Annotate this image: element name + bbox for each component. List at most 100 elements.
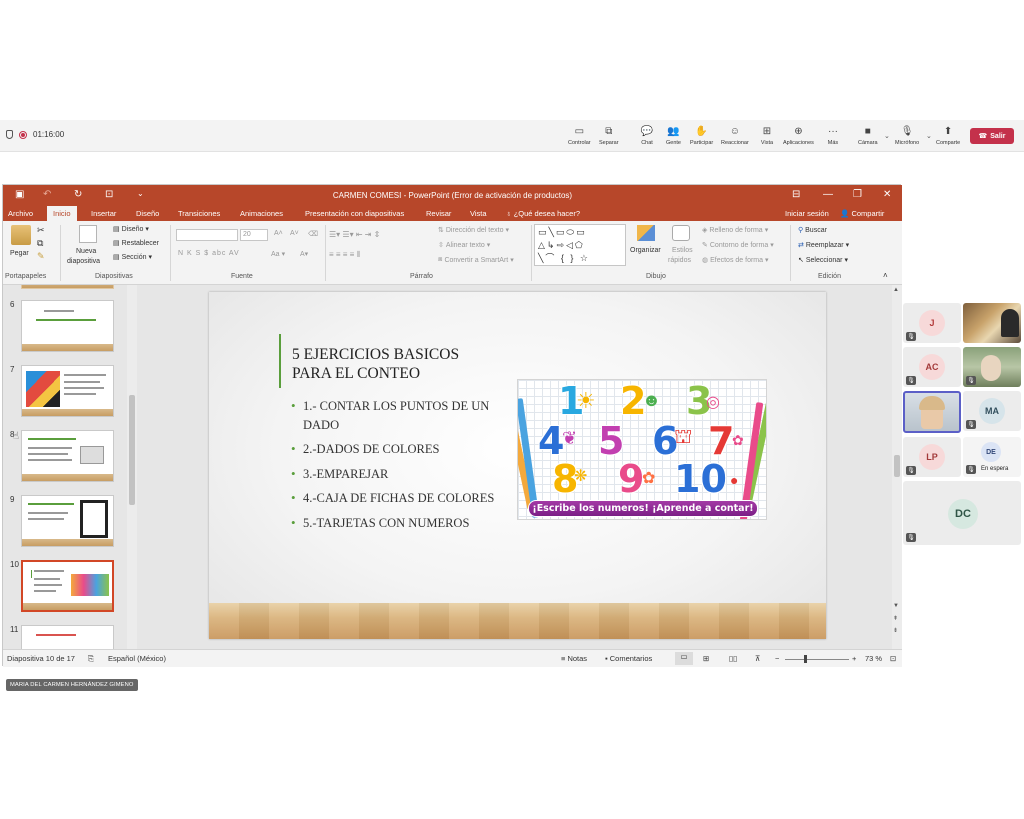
format-painter-icon[interactable]: ✎ xyxy=(37,251,45,262)
previous-slide-icon[interactable]: ⇞ xyxy=(893,615,898,622)
view-button[interactable]: ⊞ Vista xyxy=(760,124,774,147)
popout-button[interactable]: ⧉ Separar xyxy=(599,124,619,147)
select-button[interactable]: ↖ Seleccionar ▾ xyxy=(798,256,848,265)
new-slide-icon[interactable] xyxy=(79,225,97,243)
people-button[interactable]: 👥 Gente xyxy=(666,124,681,147)
share-button[interactable]: 👤 Compartir xyxy=(840,209,884,218)
camera-options-chevron-icon[interactable]: ⌄ xyxy=(884,132,890,140)
apps-button[interactable]: ⊕ Aplicaciones xyxy=(783,124,814,147)
find-button[interactable]: ⚲ Buscar xyxy=(798,226,827,235)
participant-tile-waiting[interactable]: DE 🎙 En espera xyxy=(963,437,1021,477)
participant-tile[interactable]: AC 🎙 xyxy=(903,347,961,387)
current-slide[interactable]: 5 EJERCICIOS BASICOS PARA EL CONTEO 1.- … xyxy=(209,292,826,639)
shape-outline-button[interactable]: ✎ Contorno de forma ▾ xyxy=(702,241,774,250)
participant-video[interactable] xyxy=(963,303,1021,343)
zoom-level[interactable]: 73 % xyxy=(865,654,882,663)
shrink-font-icon[interactable]: A˅ xyxy=(290,230,299,237)
slide-thumbnail-10[interactable] xyxy=(21,560,114,612)
zoom-slider[interactable] xyxy=(785,659,849,660)
control-button[interactable]: ▭ Controlar xyxy=(568,124,591,147)
zoom-in-icon[interactable]: + xyxy=(852,654,856,663)
layout-button[interactable]: ▤ Diseño ▾ xyxy=(113,225,149,234)
tell-me-box[interactable]: ♁ ¿Qué desea hacer? xyxy=(506,209,580,218)
react-button[interactable]: ☺ Reaccionar xyxy=(721,124,749,147)
arrange-icon[interactable] xyxy=(637,225,655,241)
microphone-button[interactable]: 🎙 Micrófono xyxy=(895,124,919,147)
slide-sorter-icon[interactable]: ⊞ xyxy=(703,654,709,663)
replace-button[interactable]: ⇄ Reemplazar ▾ xyxy=(798,241,849,250)
section-button[interactable]: ▤ Sección ▾ xyxy=(113,253,152,262)
tab-animaciones[interactable]: Animaciones xyxy=(240,209,283,218)
participant-tile[interactable]: J 🎙 xyxy=(903,303,961,343)
slide-title[interactable]: 5 EJERCICIOS BASICOS PARA EL CONTEO xyxy=(292,345,502,383)
participant-video[interactable]: 🎙 xyxy=(963,347,1021,387)
grow-font-icon[interactable]: A˄ xyxy=(274,230,283,237)
font-size-input[interactable]: 20 xyxy=(240,229,268,241)
next-slide-icon[interactable]: ⇟ xyxy=(893,627,898,634)
shape-fill-button[interactable]: ◈ Relleno de forma ▾ xyxy=(702,226,768,235)
participant-tile[interactable]: MA 🎙 xyxy=(963,391,1021,431)
change-case-button[interactable]: Aa ▾ xyxy=(271,250,285,259)
counting-numbers-image[interactable]: 1 ☀ 2 ☻ 3 ◎ 4 ❦ 5 6 ⛫ 7 ✿ 8 ❋ 9 ✿ 10 ● ¡… xyxy=(517,379,767,520)
slide-thumbnail-8[interactable] xyxy=(21,430,114,482)
ribbon-display-icon[interactable]: ⊟ xyxy=(792,189,800,200)
tab-insertar[interactable]: Insertar xyxy=(91,209,116,218)
collapse-ribbon-icon[interactable]: ˄ xyxy=(883,271,888,280)
active-speaker-video[interactable] xyxy=(903,391,961,433)
participant-tile[interactable]: DC 🎙 xyxy=(903,481,1021,545)
font-style-buttons[interactable]: N K S $ abc AV xyxy=(178,250,240,257)
zoom-out-icon[interactable]: − xyxy=(775,654,779,663)
comments-button[interactable]: ▪ Comentarios xyxy=(605,654,652,663)
leave-button[interactable]: ☎ Salir xyxy=(970,128,1014,144)
tab-inicio[interactable]: Inicio xyxy=(47,206,77,221)
slide-thumbnail-9[interactable] xyxy=(21,495,114,547)
participant-tile[interactable]: LP 🎙 xyxy=(903,437,961,477)
alignment-icons[interactable]: ≡ ≡ ≡ ≡ ⫴ xyxy=(329,250,360,260)
arrange-button[interactable]: Organizar xyxy=(630,247,661,254)
quick-styles-icon[interactable] xyxy=(672,225,690,241)
bullets-icon[interactable]: ☰▾ ☰▾ ⇤ ⇥ ⇕ xyxy=(329,230,380,239)
cut-icon[interactable]: ✂ xyxy=(37,225,45,236)
text-direction-button[interactable]: ⇅ Dirección del texto ▾ xyxy=(438,226,509,235)
mic-options-chevron-icon[interactable]: ⌄ xyxy=(926,132,932,140)
zoom-slider-handle[interactable] xyxy=(804,655,807,663)
quick-styles-button[interactable]: Estilos xyxy=(672,247,693,254)
copy-icon[interactable]: ⧉ xyxy=(37,238,43,249)
maximize-icon[interactable]: ❐ xyxy=(853,189,862,200)
camera-button[interactable]: ■ Cámara xyxy=(858,124,878,147)
scroll-down-icon[interactable]: ▼ xyxy=(893,603,899,609)
notes-button[interactable]: ≡ Notas xyxy=(561,654,587,663)
slide-thumbnail-5[interactable] xyxy=(21,285,114,289)
scroll-up-icon[interactable]: ▲ xyxy=(893,287,899,293)
tab-transiciones[interactable]: Transiciones xyxy=(178,209,220,218)
spell-check-icon[interactable]: ⎘ xyxy=(88,654,94,664)
thumbnail-scrollbar[interactable] xyxy=(127,285,137,649)
fit-to-window-icon[interactable]: ⊡ xyxy=(890,654,896,663)
smartart-button[interactable]: ⧈ Convertir a SmartArt ▾ xyxy=(438,256,514,264)
shapes-gallery[interactable]: ▭╲▭⬭▭ △↳⇨◁⬠ ╲⌒ { } ☆ xyxy=(534,224,626,266)
share-screen-button[interactable]: ⬆ Comparte xyxy=(936,124,960,147)
slideshow-icon[interactable]: ⊼ xyxy=(755,654,761,663)
chat-button[interactable]: 💬 Chat xyxy=(640,124,654,147)
slide-scrollbar[interactable]: ▲ ▼ ⇞ ⇟ xyxy=(892,285,902,649)
align-text-button[interactable]: ⇳ Alinear texto ▾ xyxy=(438,241,490,250)
paste-icon[interactable] xyxy=(11,225,31,245)
tab-archivo[interactable]: Archivo xyxy=(8,209,33,218)
paste-button[interactable]: Pegar xyxy=(10,250,29,257)
tab-diseno[interactable]: Diseño xyxy=(136,209,159,218)
shape-effects-button[interactable]: ◍ Efectos de forma ▾ xyxy=(702,256,769,265)
slide-thumbnail-6[interactable] xyxy=(21,300,114,352)
font-name-input[interactable] xyxy=(176,229,238,241)
tab-revisar[interactable]: Revisar xyxy=(426,209,451,218)
reset-button[interactable]: ▤ Restablecer xyxy=(113,239,159,248)
clear-format-icon[interactable]: ⌫ xyxy=(308,230,318,238)
more-button[interactable]: ··· Más xyxy=(826,124,840,147)
close-icon[interactable]: ✕ xyxy=(883,189,891,200)
tab-vista[interactable]: Vista xyxy=(470,209,487,218)
minimize-icon[interactable]: — xyxy=(823,189,833,200)
language-indicator[interactable]: Español (México) xyxy=(108,654,166,663)
tab-presentacion[interactable]: Presentación con diapositivas xyxy=(305,209,404,218)
slide-thumbnail-7[interactable] xyxy=(21,365,114,417)
slide-thumbnail-11[interactable] xyxy=(21,625,114,649)
raise-hand-button[interactable]: ✋ Participar xyxy=(690,124,713,147)
